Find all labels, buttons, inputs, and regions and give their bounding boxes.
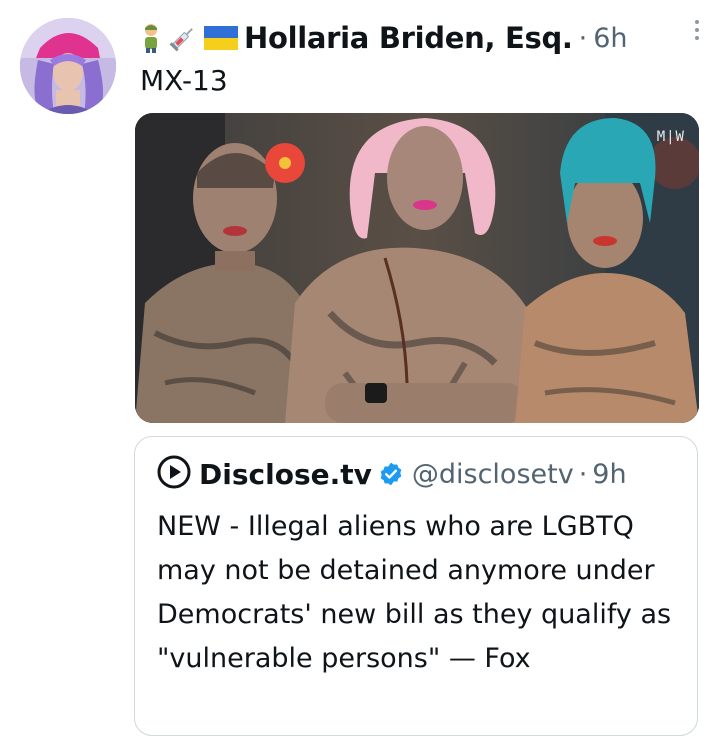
person-icon [140, 23, 162, 53]
separator-dot: · [578, 22, 588, 54]
ukraine-flag-icon [204, 26, 238, 50]
photo-three-men [135, 113, 699, 423]
author-avatar[interactable] [20, 18, 116, 114]
tweet-text: MX-13 [140, 64, 228, 97]
quoted-author-handle[interactable]: @disclosetv [412, 459, 574, 490]
quoted-tweet[interactable]: Disclose.tv @disclosetv · 9h NEW - Illeg… [134, 436, 698, 736]
syringe-icon [168, 23, 198, 53]
avatar-image [20, 18, 116, 114]
more-options-icon[interactable] [692, 20, 702, 50]
tweet-timestamp[interactable]: 6h [593, 23, 627, 54]
media-watermark: M|W [656, 129, 685, 145]
disclose-logo-icon[interactable] [157, 455, 191, 493]
quoted-tweet-text: NEW - Illegal aliens who are LGBTQ may n… [157, 511, 672, 674]
quoted-tweet-header: Disclose.tv @disclosetv · 9h [157, 455, 627, 493]
quoted-tweet-timestamp[interactable]: 9h [592, 459, 626, 490]
verified-badge-icon [378, 461, 404, 487]
tweet-media-image[interactable]: M|W [135, 113, 699, 423]
tweet-header: Hollaria Briden, Esq. · 6h [140, 14, 700, 62]
separator-dot: · [578, 458, 588, 490]
quoted-author-name[interactable]: Disclose.tv [199, 458, 372, 491]
author-name[interactable]: Hollaria Briden, Esq. [244, 21, 573, 55]
